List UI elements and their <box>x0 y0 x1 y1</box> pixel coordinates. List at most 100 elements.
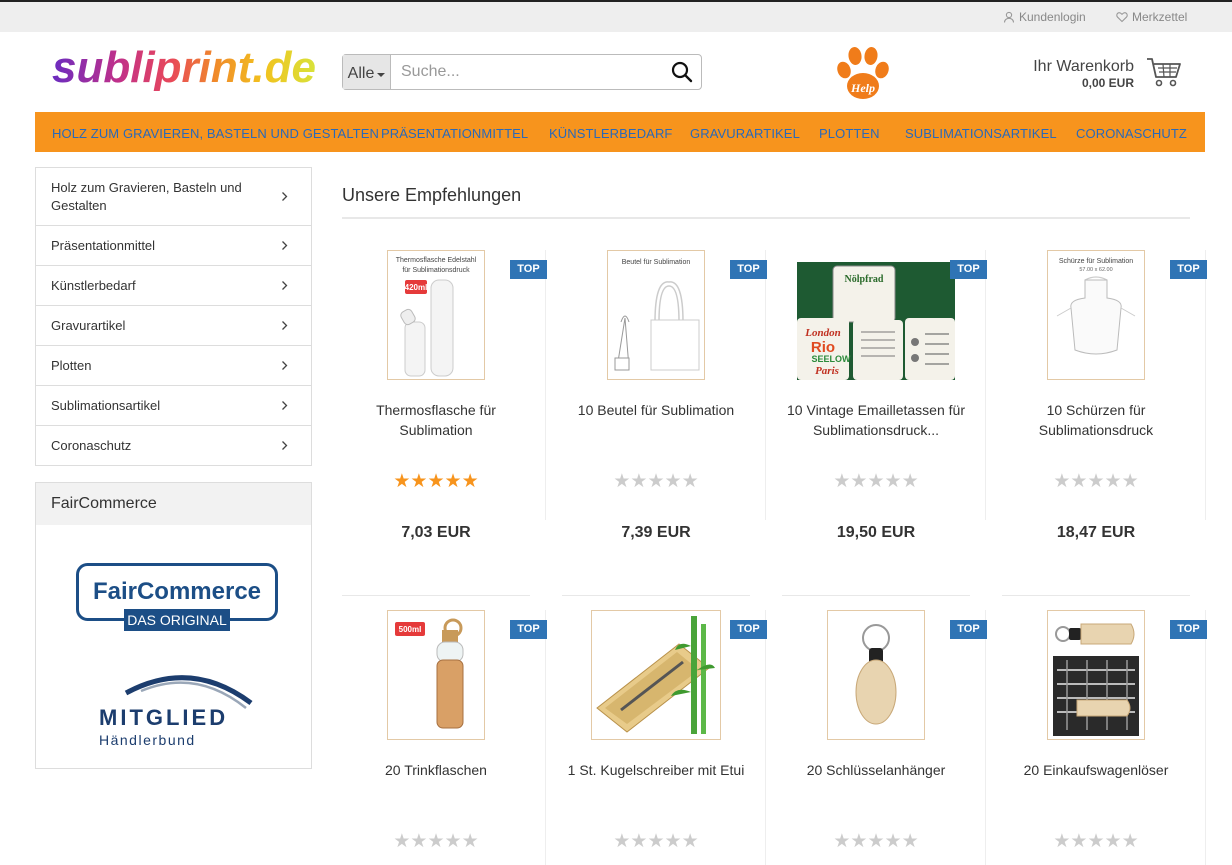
product-card[interactable]: 500ml TOP 20 Trinkflaschen ★★★★★ <box>342 610 562 865</box>
image-caption-line1: Thermosflasche Edelstahl <box>396 257 477 264</box>
rating-stars: ★★★★★ <box>782 832 970 852</box>
chevron-right-icon <box>282 240 288 250</box>
faircommerce-logo[interactable]: FairCommerce DAS ORIGINAL <box>76 563 278 633</box>
nav-item-praesentationmittel[interactable]: PRÄSENTATIONMITTEL <box>381 126 528 141</box>
rating-stars: ★★★★★ <box>782 472 970 492</box>
cart-button[interactable]: Ihr Warenkorb 0,00 EUR <box>1020 54 1190 94</box>
star-empty-icon: ★ <box>1104 471 1122 492</box>
star-empty-icon: ★ <box>410 831 428 852</box>
image-caption: Beutel für Sublimation <box>622 259 691 266</box>
search-input[interactable] <box>391 55 663 89</box>
product-card[interactable]: Nölpfrad London Rio SEELOW Paris TOP 10 … <box>782 250 1002 541</box>
product-name[interactable]: Thermosflasche für Sublimation <box>342 400 530 440</box>
star-empty-icon: ★ <box>461 831 479 852</box>
nav-item-kuenstlerbedarf[interactable]: KÜNSTLERBEDARF <box>549 126 672 141</box>
star-empty-icon: ★ <box>647 831 665 852</box>
cart-label: Ihr Warenkorb <box>1033 58 1134 75</box>
star-empty-icon: ★ <box>1087 831 1105 852</box>
subliprint-logo: subliprint.de <box>52 43 316 92</box>
nav-item-coronaschutz[interactable]: CORONASCHUTZ <box>1076 126 1187 141</box>
chevron-right-icon <box>282 440 288 450</box>
nav-item-holz[interactable]: HOLZ ZUM GRAVIEREN, BASTELN UND GESTALTE… <box>52 126 379 141</box>
sidebar-item-label: Gravurartikel <box>51 317 126 333</box>
sidebar-item-sublimationsartikel[interactable]: Sublimationsartikel <box>36 386 311 426</box>
mug-text-2: London <box>804 327 840 339</box>
top-badge: TOP <box>730 620 767 639</box>
haendlerbund-logo[interactable]: MITGLIED Händlerbund <box>96 663 286 748</box>
top-bar: Kundenlogin Merkzettel <box>0 2 1232 32</box>
help-button[interactable]: Help <box>834 46 892 102</box>
star-filled-icon: ★ <box>393 471 411 492</box>
sidebar-item-plotten[interactable]: Plotten <box>36 346 311 386</box>
logo-text: subliprint.de <box>52 44 315 92</box>
star-empty-icon: ★ <box>613 471 631 492</box>
faircommerce-logo-line2: DAS ORIGINAL <box>127 612 227 628</box>
product-price: 18,47 EUR <box>1056 524 1136 541</box>
sidebar-item-label: Künstlerbedarf <box>51 277 136 293</box>
product-name[interactable]: 10 Vintage Emailletassen für Sublimation… <box>782 400 970 440</box>
login-link[interactable]: Kundenlogin <box>1003 10 1086 24</box>
glass-bottle-image: 500ml <box>387 610 485 740</box>
nav-item-gravurartikel[interactable]: GRAVURARTIKEL <box>690 126 800 141</box>
product-name[interactable]: 20 Trinkflaschen <box>342 760 530 780</box>
cart-icon <box>1147 58 1181 87</box>
card-divider <box>1205 250 1206 520</box>
search-button[interactable] <box>663 55 701 89</box>
product-price: 7,03 EUR <box>401 524 471 541</box>
image-size-tag: 500ml <box>399 625 422 634</box>
star-empty-icon: ★ <box>884 831 902 852</box>
product-card[interactable]: Beutel für Sublimation TOP 10 Beutel für… <box>562 250 782 541</box>
product-name[interactable]: 20 Schlüsselanhänger <box>782 760 970 780</box>
product-image <box>562 610 750 740</box>
login-label: Kundenlogin <box>1019 10 1086 24</box>
product-name[interactable]: 10 Beutel für Sublimation <box>562 400 750 420</box>
row-divider <box>342 595 530 596</box>
cart-value: 0,00 EUR <box>1081 76 1134 90</box>
product-card[interactable]: Thermosflasche Edelstahl für Sublimation… <box>342 250 562 541</box>
image-caption-line2: für Sublimationsdruck <box>402 267 470 274</box>
heart-icon <box>1116 12 1128 23</box>
sidebar-item-gravurartikel[interactable]: Gravurartikel <box>36 306 311 346</box>
star-empty-icon: ★ <box>681 471 699 492</box>
row-divider <box>562 595 750 596</box>
sidebar-item-kuenstlerbedarf[interactable]: Künstlerbedarf <box>36 266 311 306</box>
nav-item-sublimationsartikel[interactable]: SUBLIMATIONSARTIKEL <box>905 126 1057 141</box>
cart-chip-image <box>1047 610 1145 740</box>
product-card[interactable]: Schürze für Sublimation 57.00 x 62.00 TO… <box>1002 250 1222 541</box>
top-badge: TOP <box>1170 260 1207 279</box>
product-name[interactable]: 20 Einkaufswagenlöser <box>1002 760 1190 780</box>
product-name[interactable]: 1 St. Kugelschreiber mit Etui <box>562 760 750 780</box>
rating-stars: ★★★★★ <box>342 472 530 492</box>
mug-text-4: SEELOW <box>811 354 851 364</box>
product-price: 19,50 EUR <box>836 524 916 541</box>
site-logo[interactable]: subliprint.de <box>50 43 316 96</box>
search-category-select[interactable]: Alle <box>343 55 391 89</box>
rating-stars: ★★★★★ <box>562 832 750 852</box>
star-empty-icon: ★ <box>427 831 445 852</box>
wishlist-link[interactable]: Merkzettel <box>1116 10 1187 24</box>
faircommerce-logo-line1: FairCommerce <box>93 578 261 605</box>
search-icon <box>671 61 693 83</box>
product-card[interactable]: TOP 20 Einkaufswagenlöser ★★★★★ <box>1002 610 1222 865</box>
card-divider <box>1205 610 1206 865</box>
sidebar-item-praesentationmittel[interactable]: Präsentationmittel <box>36 226 311 266</box>
mug-text-1: Nölpfrad <box>845 274 884 285</box>
product-image: Beutel für Sublimation <box>562 250 750 380</box>
star-empty-icon: ★ <box>901 831 919 852</box>
rating-stars: ★★★★★ <box>1002 832 1190 852</box>
product-card[interactable]: TOP 20 Schlüsselanhänger ★★★★★ <box>782 610 1002 865</box>
sidebar-item-coronaschutz[interactable]: Coronaschutz <box>36 426 311 465</box>
product-name[interactable]: 10 Schürzen für Sublimationsdruck <box>1002 400 1190 440</box>
card-divider <box>985 250 986 520</box>
card-divider <box>765 250 766 520</box>
star-empty-icon: ★ <box>647 471 665 492</box>
sidebar-item-label: Coronaschutz <box>51 437 132 453</box>
member-line1: MITGLIED <box>99 705 228 730</box>
product-card[interactable]: TOP 1 St. Kugelschreiber mit Etui ★★★★★ <box>562 610 782 865</box>
nav-item-plotten[interactable]: PLOTTEN <box>819 126 880 141</box>
sidebar-item-holz[interactable]: Holz zum Gravieren, Basteln und Gestalte… <box>36 168 311 226</box>
user-icon <box>1003 11 1015 23</box>
product-image <box>782 610 970 740</box>
row-divider <box>782 595 970 596</box>
star-empty-icon: ★ <box>1121 471 1139 492</box>
